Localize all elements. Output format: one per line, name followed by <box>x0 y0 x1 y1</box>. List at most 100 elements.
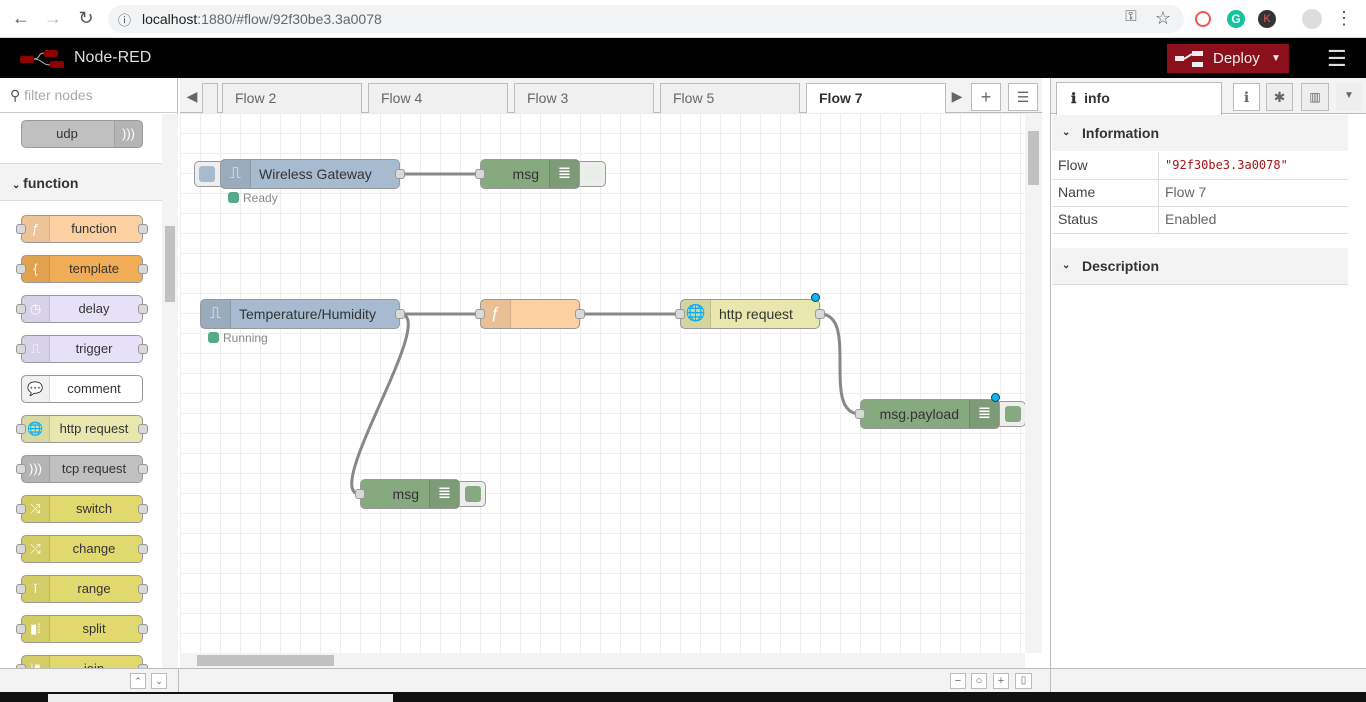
deploy-button[interactable]: Deploy ▼ <box>1167 44 1289 73</box>
palette-node-tcp-request[interactable]: ))) tcp request <box>16 455 148 483</box>
tab-flow-2[interactable]: Flow 2 <box>222 83 362 113</box>
debug-toggle-button[interactable] <box>456 481 486 507</box>
flow-node-debug[interactable]: ≣ msg <box>475 159 580 189</box>
output-port[interactable] <box>138 264 148 274</box>
input-port[interactable] <box>475 309 485 319</box>
input-port[interactable] <box>16 584 26 594</box>
zoom-out-icon[interactable]: − <box>950 673 966 689</box>
palette-node-switch[interactable]: ⤨ switch <box>16 495 148 523</box>
palette-node-split[interactable]: ▮⁞ split <box>16 615 148 643</box>
input-port[interactable] <box>16 224 26 234</box>
key-icon[interactable]: ⚿ <box>1120 8 1142 25</box>
node-type-icon: ⤭ <box>22 536 50 562</box>
debug-toggle-button[interactable] <box>996 401 1025 427</box>
output-port[interactable] <box>395 309 405 319</box>
node-label: delay <box>78 301 110 316</box>
palette-node-trigger[interactable]: ⎍ trigger <box>16 335 148 363</box>
output-port[interactable] <box>138 464 148 474</box>
info-tab-button[interactable]: ℹ <box>1233 83 1260 111</box>
flow-node-debug[interactable]: ≣ msg.payload <box>855 399 1000 429</box>
profile-icon[interactable] <box>1302 9 1322 29</box>
flow-node-debug[interactable]: ≣ msg <box>355 479 460 509</box>
dashboard-chart-icon[interactable]: ▥ <box>1301 83 1329 111</box>
input-port[interactable] <box>675 309 685 319</box>
input-port[interactable] <box>16 504 26 514</box>
palette-node-range[interactable]: ǐ range <box>16 575 148 603</box>
star-icon[interactable]: ☆ <box>1152 8 1174 29</box>
palette-node-udp[interactable]: udp))) <box>21 120 143 148</box>
wire[interactable] <box>819 312 861 416</box>
info-icon[interactable]: ⓘ <box>118 10 131 29</box>
output-port[interactable] <box>138 224 148 234</box>
debug-icon: ≣ <box>549 160 579 188</box>
list-flows-button[interactable]: ☰ <box>1008 83 1038 111</box>
description-section[interactable]: ⌄ Description <box>1052 248 1348 284</box>
scroll-right-icon[interactable]: ▶ <box>948 83 966 111</box>
debug-toggle-button[interactable] <box>576 161 606 187</box>
tab-info[interactable]: ℹ info <box>1056 82 1222 115</box>
sidebar-menu-chevron-icon[interactable]: ▼ <box>1336 83 1362 111</box>
flow-canvas[interactable]: ⎍ Wireless Gateway Ready ≣ msg ⎍ Tempera… <box>180 113 1025 653</box>
output-port[interactable] <box>138 544 148 554</box>
more-icon[interactable]: ⋮ <box>1333 8 1355 29</box>
output-port[interactable] <box>395 169 405 179</box>
forward-icon[interactable]: → <box>42 8 64 29</box>
wire[interactable] <box>350 312 410 496</box>
grammarly-icon[interactable]: G <box>1227 10 1245 28</box>
add-flow-button[interactable]: + <box>971 83 1001 111</box>
output-port[interactable] <box>575 309 585 319</box>
output-port[interactable] <box>138 424 148 434</box>
collapse-all-icon[interactable]: ⌃ <box>130 673 146 689</box>
debug-bug-icon[interactable]: ✱ <box>1266 83 1293 111</box>
palette-node-delay[interactable]: ◷ delay <box>16 295 148 323</box>
palette-section-function[interactable]: ⌄ function <box>0 163 162 201</box>
chevron-down-icon[interactable]: ▼ <box>1271 44 1281 73</box>
canvas-vertical-scrollbar[interactable] <box>1025 113 1042 653</box>
input-port[interactable] <box>16 544 26 554</box>
output-port[interactable] <box>138 584 148 594</box>
input-port[interactable] <box>355 489 365 499</box>
back-icon[interactable]: ← <box>10 8 32 29</box>
output-port[interactable] <box>138 304 148 314</box>
tab-flow-4[interactable]: Flow 4 <box>368 83 508 113</box>
output-port[interactable] <box>138 624 148 634</box>
information-section[interactable]: ⌄ Information <box>1052 115 1348 151</box>
flow-node-input[interactable]: ⎍ Temperature/Humidity <box>200 299 405 329</box>
input-port[interactable] <box>855 409 865 419</box>
scroll-left-icon[interactable]: ◀ <box>182 83 202 111</box>
flow-node-inject[interactable]: ⎍ Wireless Gateway <box>220 159 405 189</box>
palette-node-template[interactable]: { template <box>16 255 148 283</box>
zoom-reset-icon[interactable]: ○ <box>971 673 987 689</box>
extension-icon[interactable] <box>1195 11 1211 27</box>
palette-node-change[interactable]: ⤭ change <box>16 535 148 563</box>
expand-all-icon[interactable]: ⌄ <box>151 673 167 689</box>
output-port[interactable] <box>138 504 148 514</box>
canvas-horizontal-scrollbar[interactable] <box>180 653 1025 668</box>
palette-node-comment[interactable]: 💬 comment <box>21 375 143 403</box>
navigator-map-icon[interactable]: ▯ <box>1015 673 1032 689</box>
input-port[interactable] <box>16 304 26 314</box>
palette-node-function[interactable]: ƒ function <box>16 215 148 243</box>
palette-node-http-request[interactable]: 🌐 http request <box>16 415 148 443</box>
tab-flow-3[interactable]: Flow 3 <box>514 83 654 113</box>
output-port[interactable] <box>815 309 825 319</box>
input-port[interactable] <box>16 624 26 634</box>
input-port[interactable] <box>16 464 26 474</box>
input-port[interactable] <box>16 344 26 354</box>
tab-flow-5[interactable]: Flow 5 <box>660 83 800 113</box>
reload-icon[interactable]: ↻ <box>75 8 97 29</box>
hamburger-icon[interactable]: ☰ <box>1327 46 1347 72</box>
tab-flow-7[interactable]: Flow 7 <box>806 83 946 114</box>
output-port[interactable] <box>138 344 148 354</box>
filter-nodes-input[interactable]: ⚲ filter nodes <box>0 78 178 113</box>
flow-node-http-request[interactable]: 🌐 http request <box>675 299 825 329</box>
input-port[interactable] <box>16 264 26 274</box>
input-port[interactable] <box>475 169 485 179</box>
zoom-in-icon[interactable]: + <box>993 673 1009 689</box>
k-extension-icon[interactable]: K <box>1258 10 1276 28</box>
palette-scrollbar[interactable] <box>162 114 178 668</box>
address-bar[interactable]: localhost:1880/#flow/92f30be3.3a0078 <box>108 5 1184 33</box>
flow-node-function[interactable]: ƒ <box>475 299 585 329</box>
tab-partial[interactable] <box>202 83 218 113</box>
input-port[interactable] <box>16 424 26 434</box>
